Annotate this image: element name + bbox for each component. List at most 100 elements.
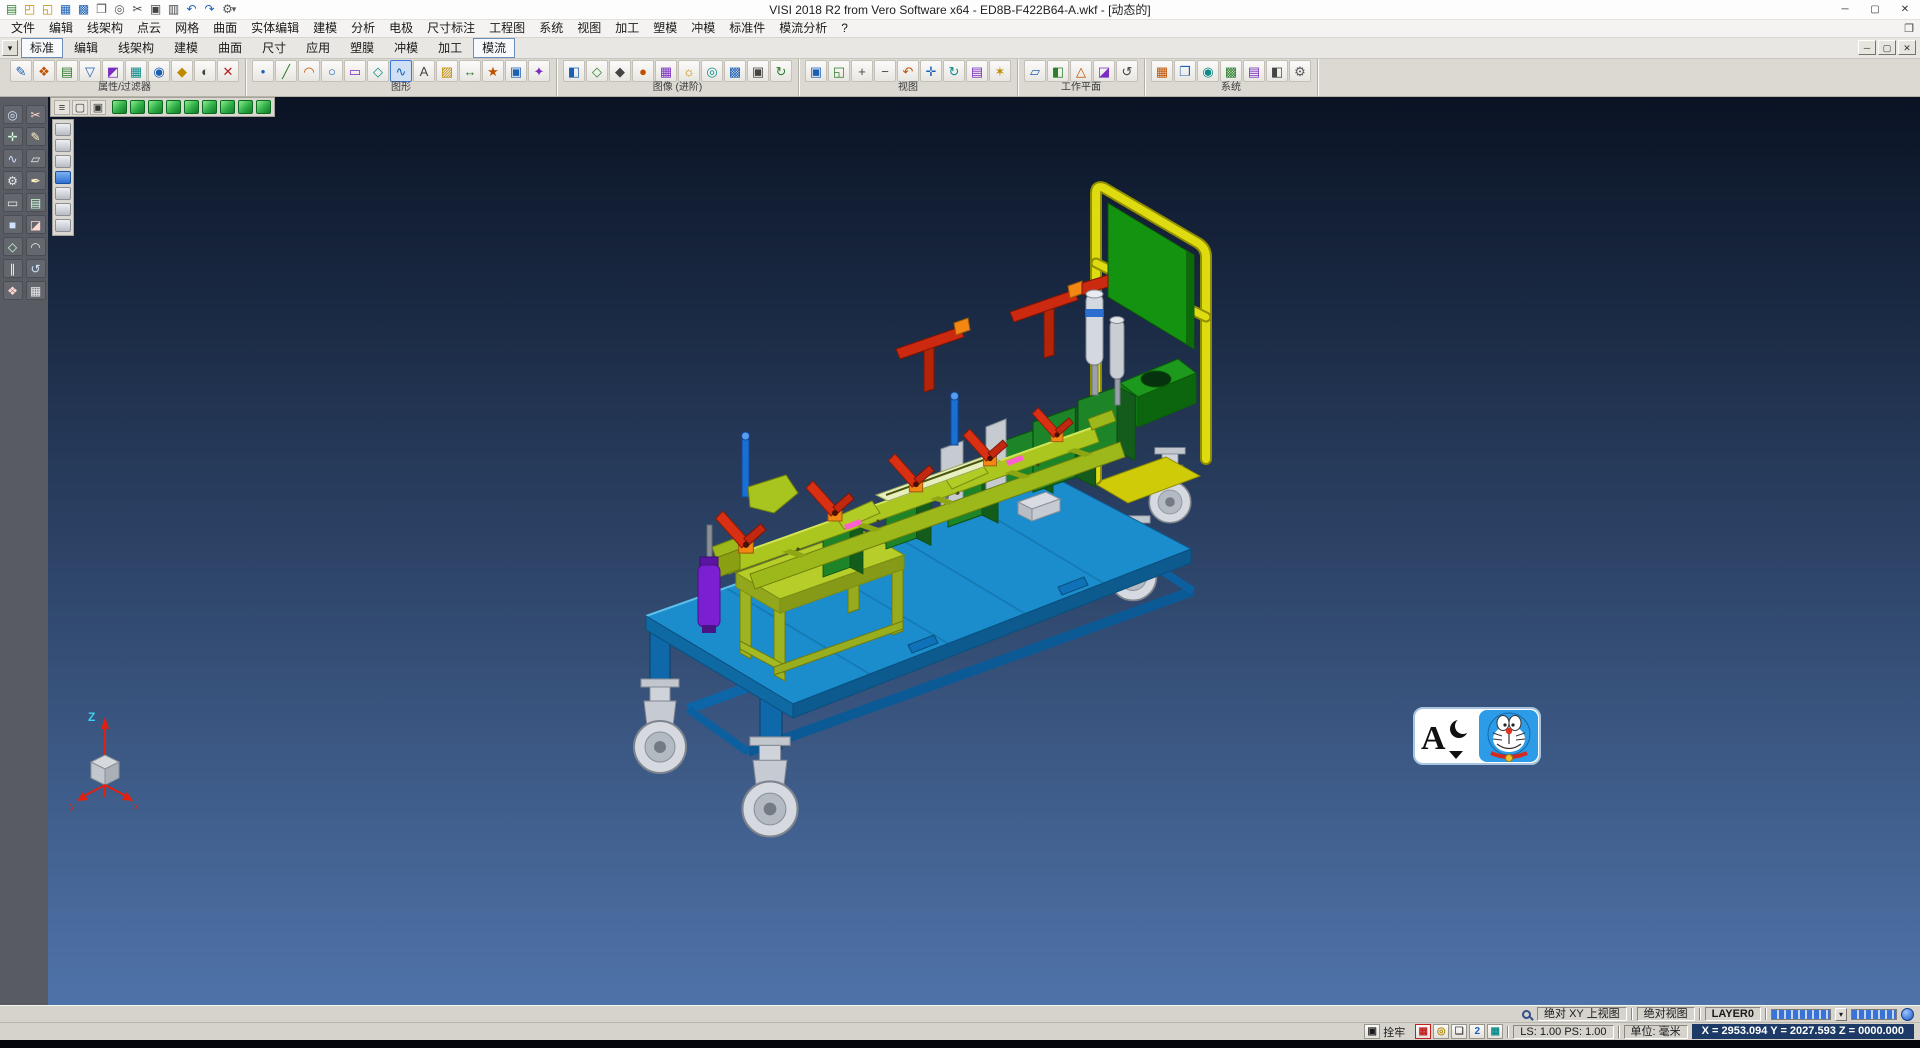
help-mode-icon[interactable]: 2 <box>1469 1024 1485 1039</box>
menu-file[interactable]: 文件 <box>4 20 42 37</box>
view-cube-trimetric[interactable] <box>256 100 271 114</box>
menu-wireframe[interactable]: 线架构 <box>80 20 130 37</box>
zoom-fit-icon[interactable]: ▣ <box>805 60 827 82</box>
notes-tool-icon[interactable]: ▤ <box>26 193 46 212</box>
cut-icon[interactable]: ✂ <box>129 1 146 18</box>
workplane-entity-icon[interactable]: ◪ <box>1093 60 1115 82</box>
close-button[interactable]: ✕ <box>1890 0 1920 20</box>
transparency-icon[interactable]: ◎ <box>701 60 723 82</box>
view-filter-6-icon[interactable] <box>55 203 71 216</box>
child-close-button[interactable]: ✕ <box>1898 40 1916 55</box>
save-all-icon[interactable]: ▩ <box>75 1 92 18</box>
solid-tool-icon[interactable]: ■ <box>3 215 23 234</box>
edit-tool-icon[interactable]: ✎ <box>26 127 46 146</box>
hidden-line-icon[interactable]: ◆ <box>609 60 631 82</box>
workplane-xy-icon[interactable]: ▱ <box>1024 60 1046 82</box>
redraw-icon[interactable]: ✶ <box>989 60 1011 82</box>
tab-application[interactable]: 应用 <box>297 38 339 58</box>
zoom-out-icon[interactable]: − <box>874 60 896 82</box>
view-cube-top[interactable] <box>130 100 145 114</box>
menu-system[interactable]: 系统 <box>532 20 570 37</box>
curve-tool-icon[interactable]: ∿ <box>3 149 23 168</box>
measure-tool-icon[interactable]: ◠ <box>26 237 46 256</box>
menu-view[interactable]: 视图 <box>570 20 608 37</box>
import-file-icon[interactable]: ◱ <box>39 1 56 18</box>
menu-flow-analysis[interactable]: 模流分析 <box>772 20 834 37</box>
menu-solid-edit[interactable]: 实体编辑 <box>244 20 306 37</box>
draw-rectangle-icon[interactable]: ▭ <box>344 60 366 82</box>
tab-machining[interactable]: 加工 <box>429 38 471 58</box>
tab-wireframe[interactable]: 线架构 <box>109 38 163 58</box>
table-settings-icon[interactable]: ▤ <box>1243 60 1265 82</box>
filter-clear-icon[interactable]: ✕ <box>217 60 239 82</box>
settings-tool-icon[interactable]: ⚙ <box>3 171 23 190</box>
move-tool-icon[interactable]: ✛ <box>3 127 23 146</box>
attribute-editor-icon[interactable]: ✎ <box>10 60 32 82</box>
search-view-icon[interactable] <box>1522 1010 1531 1019</box>
group-entities-icon[interactable]: ▣ <box>505 60 527 82</box>
view-cube-dimetric[interactable] <box>238 100 253 114</box>
3d-model-canvas[interactable]: Z y x <box>48 97 1920 1005</box>
filter-color-icon[interactable]: ◩ <box>102 60 124 82</box>
maximize-button[interactable]: ▢ <box>1860 0 1890 20</box>
draw-arc-icon[interactable]: ◠ <box>298 60 320 82</box>
surface-tool-icon[interactable]: ◪ <box>26 215 46 234</box>
layer-color-bar[interactable] <box>1771 1009 1831 1020</box>
texture-icon[interactable]: ▦ <box>655 60 677 82</box>
mdi-restore-icon[interactable]: ❐ <box>1904 23 1914 35</box>
layer-dropdown-button[interactable]: ▾ <box>1835 1008 1847 1021</box>
draw-circle-icon[interactable]: ○ <box>321 60 343 82</box>
tab-flow[interactable]: 模流 <box>473 38 515 58</box>
filter-lock-icon[interactable]: ◆ <box>171 60 193 82</box>
snapshot-tool-icon[interactable]: ▦ <box>26 281 46 300</box>
options-icon[interactable]: ⚙ <box>1289 60 1311 82</box>
pin-icon[interactable]: ▣ <box>1364 1024 1380 1039</box>
lock-label[interactable]: 拴牢 <box>1383 1024 1405 1040</box>
shaded-view-icon[interactable]: ◧ <box>563 60 585 82</box>
highlight-icon[interactable]: ✦ <box>528 60 550 82</box>
rotate-tool-icon[interactable]: ↺ <box>26 259 46 278</box>
symbol-icon[interactable]: ★ <box>482 60 504 82</box>
world-view-icon[interactable]: ◉ <box>1197 60 1219 82</box>
save-icon[interactable]: ▦ <box>57 1 74 18</box>
grid-toggle-icon[interactable]: ▦ <box>1487 1024 1503 1039</box>
view-cube-left[interactable] <box>202 100 217 114</box>
view-mode-field[interactable]: 绝对视图 <box>1637 1007 1695 1021</box>
copy-icon[interactable]: ▣ <box>147 1 164 18</box>
menu-analysis[interactable]: 分析 <box>344 20 382 37</box>
redo-icon[interactable]: ↷ <box>201 1 218 18</box>
window-single-icon[interactable]: ▢ <box>72 100 88 115</box>
background-icon[interactable]: ▩ <box>724 60 746 82</box>
plot-tool-icon[interactable]: ▭ <box>3 193 23 212</box>
capture-icon[interactable]: ▣ <box>747 60 769 82</box>
tab-modeling[interactable]: 建模 <box>165 38 207 58</box>
view-filter-7-icon[interactable] <box>55 219 71 232</box>
caliper-tool-icon[interactable]: ∥ <box>3 259 23 278</box>
viewport-menu-icon[interactable]: ≡ <box>54 100 70 115</box>
shading-settings-icon[interactable]: ◧ <box>1266 60 1288 82</box>
view-cube-front[interactable] <box>166 100 181 114</box>
draw-spline-icon[interactable]: ∿ <box>390 60 412 82</box>
tab-edit[interactable]: 编辑 <box>65 38 107 58</box>
view-cube-bottom[interactable] <box>148 100 163 114</box>
dimension-icon[interactable]: ↔ <box>459 60 481 82</box>
palette-tool-icon[interactable]: ❖ <box>3 281 23 300</box>
window-layout-icon[interactable]: ❐ <box>1174 60 1196 82</box>
view-orientation-field[interactable]: 绝对 XY 上视图 <box>1537 1007 1627 1021</box>
layer-manager-icon[interactable]: ▤ <box>56 60 78 82</box>
child-minimize-button[interactable]: ─ <box>1858 40 1876 55</box>
pen-tool-icon[interactable]: ✒ <box>26 171 46 190</box>
tab-mold[interactable]: 塑膜 <box>341 38 383 58</box>
rendered-view-icon[interactable]: ● <box>632 60 654 82</box>
window-multi-icon[interactable]: ▣ <box>90 100 106 115</box>
workplane-reset-icon[interactable]: ↺ <box>1116 60 1138 82</box>
tab-dimension[interactable]: 尺寸 <box>253 38 295 58</box>
view-cube-back[interactable] <box>184 100 199 114</box>
color-palette-bar[interactable] <box>1851 1009 1897 1020</box>
minimize-button[interactable]: ─ <box>1830 0 1860 20</box>
dynamic-refresh-icon[interactable]: ↻ <box>770 60 792 82</box>
draw-point-icon[interactable]: • <box>252 60 274 82</box>
menu-surface[interactable]: 曲面 <box>206 20 244 37</box>
wireframe-view-icon[interactable]: ◇ <box>586 60 608 82</box>
draw-line-icon[interactable]: ╱ <box>275 60 297 82</box>
